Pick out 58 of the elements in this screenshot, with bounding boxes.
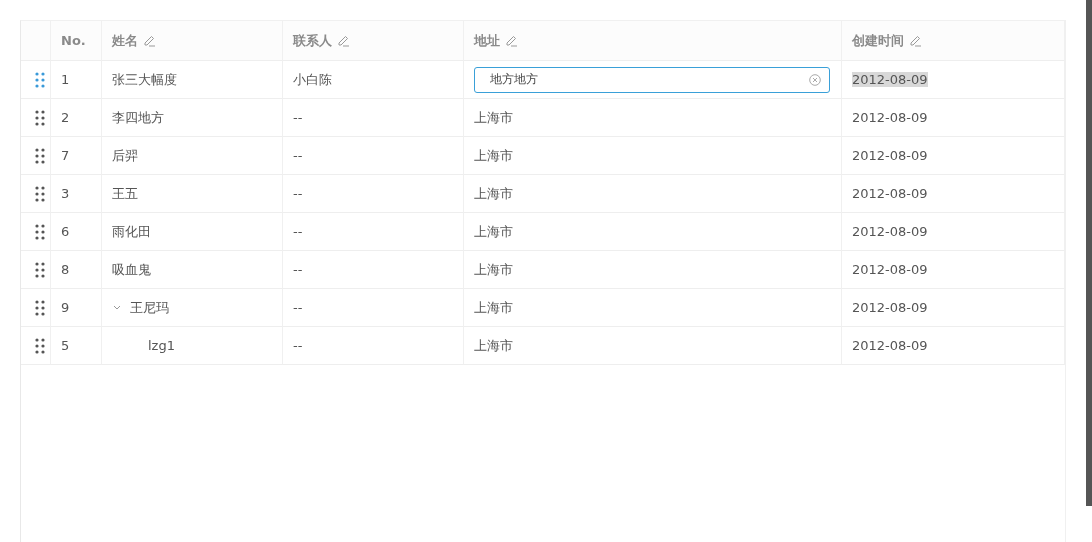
drag-handle-icon[interactable] bbox=[35, 147, 45, 164]
row-number: 5 bbox=[61, 338, 70, 353]
column-header: 姓名 bbox=[112, 31, 138, 50]
drag-handle-icon[interactable] bbox=[35, 71, 45, 88]
address-text: 上海市 bbox=[474, 298, 513, 317]
row-number: 6 bbox=[61, 224, 70, 239]
contact-text: -- bbox=[293, 110, 303, 125]
row-number: 9 bbox=[61, 300, 70, 315]
row-number: 1 bbox=[61, 72, 70, 87]
drag-handle-icon[interactable] bbox=[35, 109, 45, 126]
column-header: 联系人 bbox=[293, 31, 332, 50]
drag-handle-icon[interactable] bbox=[35, 223, 45, 240]
edit-icon bbox=[337, 34, 350, 47]
contact-text: -- bbox=[293, 338, 303, 353]
date-text: 2012-08-09 bbox=[852, 224, 928, 239]
column-header: No. bbox=[61, 33, 86, 48]
name-text: 张三大幅度 bbox=[112, 70, 177, 89]
address-text: 上海市 bbox=[474, 222, 513, 241]
name-text: 吸血鬼 bbox=[112, 260, 151, 279]
edit-icon bbox=[909, 34, 922, 47]
address-text: 上海市 bbox=[474, 336, 513, 355]
contact-text: -- bbox=[293, 186, 303, 201]
date-text: 2012-08-09 bbox=[852, 186, 928, 201]
date-text: 2012-08-09 bbox=[852, 148, 928, 163]
address-text: 上海市 bbox=[474, 260, 513, 279]
name-text: 王尼玛 bbox=[130, 298, 169, 317]
row-number: 7 bbox=[61, 148, 70, 163]
name-text: 后羿 bbox=[112, 146, 138, 165]
name-text: 王五 bbox=[112, 184, 138, 203]
address-text: 上海市 bbox=[474, 108, 513, 127]
contact-text: -- bbox=[293, 224, 303, 239]
contact-text: -- bbox=[293, 262, 303, 277]
drag-handle-icon[interactable] bbox=[35, 337, 45, 354]
address-text: 上海市 bbox=[474, 146, 513, 165]
row-number: 2 bbox=[61, 110, 70, 125]
column-header: 创建时间 bbox=[852, 31, 904, 50]
date-text: 2012-08-09 bbox=[852, 300, 928, 315]
drag-handle-icon[interactable] bbox=[35, 299, 45, 316]
date-text: 2012-08-09 bbox=[852, 110, 928, 125]
date-text: 2012-08-09 bbox=[852, 338, 928, 353]
contact-text: -- bbox=[293, 148, 303, 163]
row-number: 8 bbox=[61, 262, 70, 277]
edit-icon bbox=[505, 34, 518, 47]
date-text: 2012-08-09 bbox=[852, 72, 928, 87]
edit-icon bbox=[143, 34, 156, 47]
address-input-field[interactable]: 地方地方 bbox=[474, 66, 830, 93]
drag-handle-icon[interactable] bbox=[35, 261, 45, 278]
contact-text: 小白陈 bbox=[293, 70, 332, 89]
row-number: 3 bbox=[61, 186, 70, 201]
drag-handle-icon[interactable] bbox=[35, 185, 45, 202]
address-text: 上海市 bbox=[474, 184, 513, 203]
name-text: lzg1 bbox=[148, 338, 175, 353]
date-text: 2012-08-09 bbox=[852, 262, 928, 277]
name-text: 雨化田 bbox=[112, 222, 151, 241]
chevron-down-icon[interactable] bbox=[112, 303, 122, 312]
column-header: 地址 bbox=[474, 31, 500, 50]
name-text: 李四地方 bbox=[112, 108, 164, 127]
contact-text: -- bbox=[293, 300, 303, 315]
